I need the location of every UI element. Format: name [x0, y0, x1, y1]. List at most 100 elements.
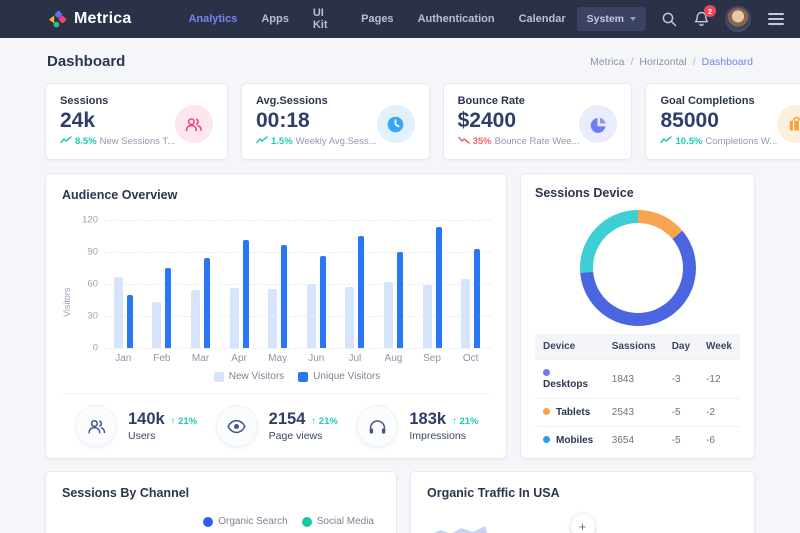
headphones-icon — [357, 406, 397, 446]
summary-value: 2154 — [269, 410, 306, 429]
device-week-cell: -2 — [698, 399, 740, 427]
plot-column: 0306090120 JanFebMarAprMayJunJulAugSepOc… — [74, 212, 490, 393]
bar-unique-visitors-jun — [320, 256, 326, 348]
x-tick-label: Jun — [297, 353, 336, 364]
nav-item-apps[interactable]: Apps — [250, 7, 300, 31]
nav-item-pages[interactable]: Pages — [350, 7, 404, 31]
device-week-cell: -12 — [698, 360, 740, 399]
nav-item-calendar[interactable]: Calendar — [508, 7, 577, 31]
y-axis-title: Visitors — [62, 212, 74, 393]
bar-unique-visitors-sep — [436, 227, 442, 348]
legend-item-unique-visitors[interactable]: Unique Visitors — [298, 371, 380, 382]
device-table-header-sassions: Sassions — [604, 334, 664, 360]
legend-item-new-visitors[interactable]: New Visitors — [214, 371, 284, 382]
stat-desc: 8.5% New Sessions T... — [60, 136, 175, 147]
breadcrumb-item-horizontal[interactable]: Horizontal — [639, 56, 686, 68]
hamburger-menu-icon[interactable] — [766, 11, 786, 27]
legend-dot-icon — [302, 517, 312, 527]
bar-group-apr — [220, 220, 259, 348]
summary-text: 183k ↑ 21% Impressions — [409, 410, 478, 442]
stat-title: Avg.Sessions — [256, 95, 377, 107]
x-tick-label: Jan — [104, 353, 143, 364]
channel-legend-item-social-media[interactable]: Social Media — [302, 516, 374, 527]
stat-value: 85000 — [660, 109, 777, 132]
summary-text: 2154 ↑ 21% Page views — [269, 410, 338, 442]
summary-value: 140k — [128, 410, 165, 429]
stat-delta: 1.5% — [271, 136, 293, 147]
device-sessions-cell: 2543 — [604, 399, 664, 427]
legend-label: Unique Visitors — [313, 371, 380, 382]
device-dot-icon — [543, 369, 550, 376]
device-day-cell: -3 — [664, 360, 698, 399]
eye-icon — [217, 406, 257, 446]
bar-group-mar — [181, 220, 220, 348]
brand[interactable]: Metrica — [48, 10, 131, 29]
bar-groups — [104, 220, 490, 348]
dashboard-screen: Metrica AnalyticsAppsUI KitPagesAuthenti… — [0, 0, 800, 533]
page-title: Dashboard — [47, 53, 125, 70]
breadcrumb-item-metrica[interactable]: Metrica — [590, 56, 624, 68]
briefcase-icon — [777, 105, 800, 143]
bar-new-visitors-mar — [191, 290, 200, 348]
stat-desc-text: Completions W... — [705, 136, 777, 147]
stat-title: Bounce Rate — [458, 95, 580, 107]
nav-item-authentication[interactable]: Authentication — [407, 7, 506, 31]
bar-group-aug — [374, 220, 413, 348]
users-icon — [175, 105, 213, 143]
stat-card-avg-sessions: Avg.Sessions 00:18 1.5% Weekly Avg.Sess.… — [241, 83, 430, 160]
stat-card-bounce-rate: Bounce Rate $2400 35% Bounce Rate Wee... — [443, 83, 633, 160]
stat-desc: 10.5% Completions W... — [660, 136, 777, 147]
stat-delta: 8.5% — [75, 136, 97, 147]
system-dropdown-label: System — [587, 13, 624, 25]
search-button[interactable] — [661, 11, 678, 28]
bar-unique-visitors-may — [281, 245, 287, 348]
stat-card-body: Goal Completions 85000 10.5% Completions… — [660, 95, 777, 148]
organic-traffic-title: Organic Traffic In USA — [427, 486, 738, 500]
audience-overview-card: Audience Overview Visitors 0306090120 Ja… — [45, 173, 507, 459]
audience-chart-zone: Visitors 0306090120 JanFebMarAprMayJunJu… — [62, 212, 490, 393]
bar-new-visitors-may — [268, 289, 277, 348]
brand-logo-icon — [48, 10, 67, 29]
channel-legend-item-organic-search[interactable]: Organic Search — [203, 516, 287, 527]
audience-overview-title: Audience Overview — [62, 188, 490, 202]
top-navbar: Metrica AnalyticsAppsUI KitPagesAuthenti… — [0, 0, 800, 38]
bar-group-jun — [297, 220, 336, 348]
stat-card-goal-completions: Goal Completions 85000 10.5% Completions… — [645, 83, 800, 160]
device-table: DeviceSassionsDayWeek Desktops 1843 -3 -… — [535, 334, 740, 454]
legend-label: New Visitors — [229, 371, 284, 382]
y-tick-label: 90 — [76, 247, 98, 258]
stat-cards-row: Sessions 24k 8.5% New Sessions T... Avg.… — [45, 83, 755, 160]
x-tick-label: Aug — [374, 353, 413, 364]
bar-unique-visitors-jan — [127, 295, 133, 348]
audience-bar-chart: 0306090120 — [104, 220, 490, 348]
x-tick-label: Sep — [413, 353, 452, 364]
x-tick-label: Apr — [220, 353, 259, 364]
summary-value: 183k — [409, 410, 446, 429]
summary-delta: ↑ 21% — [311, 416, 337, 427]
navbar-right: System 2 — [577, 6, 786, 32]
device-dot-icon — [543, 408, 550, 415]
trend-down-icon — [458, 136, 470, 147]
device-sessions-cell: 1843 — [604, 360, 664, 399]
clock-icon — [377, 105, 415, 143]
bar-unique-visitors-oct — [474, 249, 480, 348]
nav-item-ui-kit[interactable]: UI Kit — [302, 1, 348, 37]
stat-value: 24k — [60, 109, 175, 132]
stat-desc: 35% Bounce Rate Wee... — [458, 136, 580, 147]
map-zoom-in-button[interactable]: + — [571, 514, 595, 533]
legend-label: Social Media — [317, 516, 374, 527]
notifications-button[interactable]: 2 — [693, 10, 710, 28]
usa-map-fragment — [427, 522, 489, 533]
x-axis-labels: JanFebMarAprMayJunJulAugSepOct — [104, 353, 490, 364]
sessions-by-channel-card: Sessions By Channel Organic Search Social… — [45, 471, 397, 533]
system-dropdown[interactable]: System — [577, 7, 646, 31]
bar-unique-visitors-feb — [165, 268, 171, 348]
device-name-cell: Desktops — [535, 360, 604, 399]
sessions-by-channel-title: Sessions By Channel — [62, 486, 380, 500]
stat-value: $2400 — [458, 109, 580, 132]
device-day-cell: -5 — [664, 427, 698, 455]
bar-new-visitors-aug — [384, 282, 393, 348]
stat-title: Goal Completions — [660, 95, 777, 107]
nav-item-analytics[interactable]: Analytics — [177, 7, 248, 31]
user-avatar[interactable] — [725, 6, 751, 32]
